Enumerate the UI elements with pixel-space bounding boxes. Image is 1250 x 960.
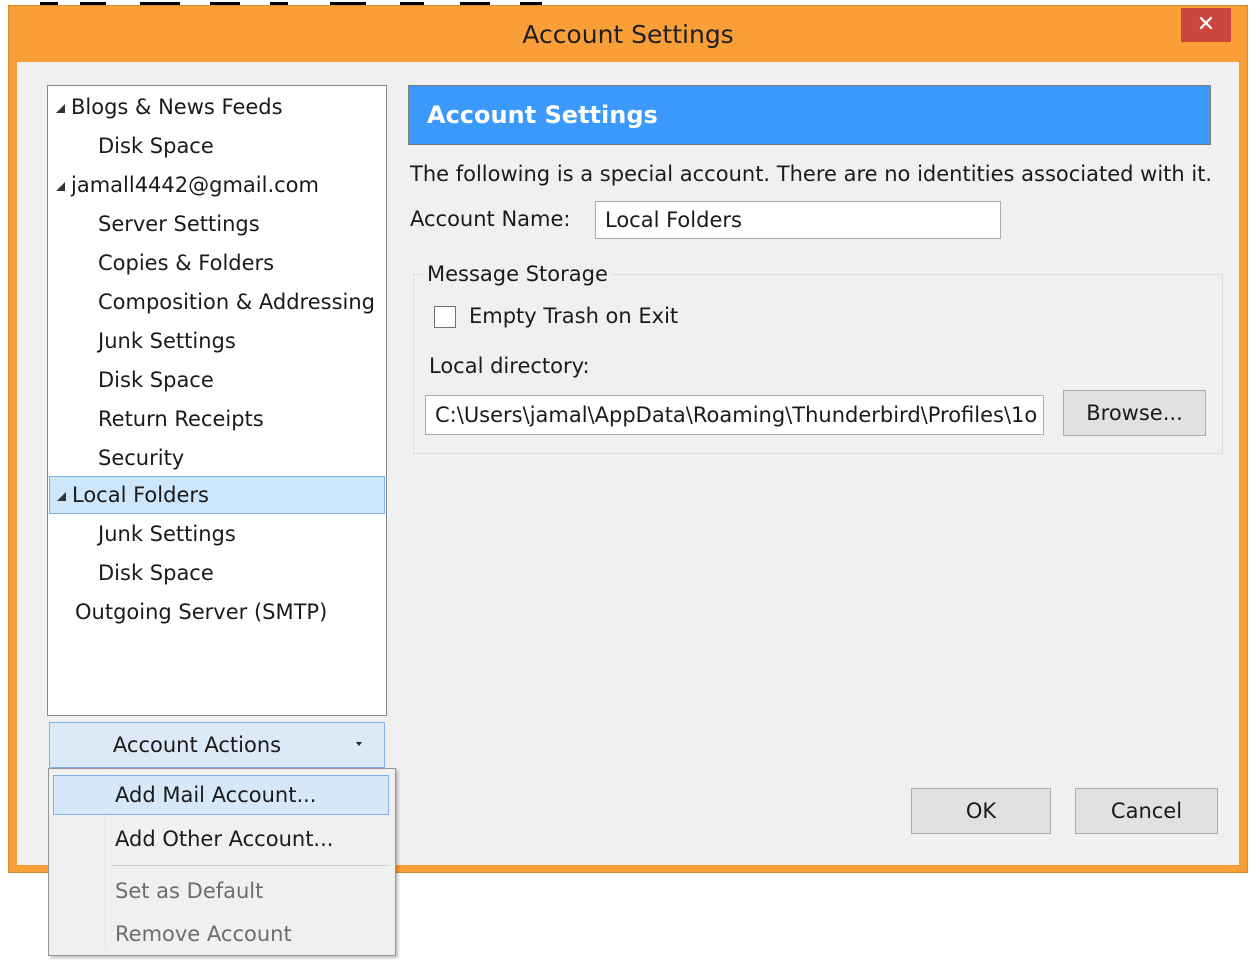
account-actions-menu: Add Mail Account... Add Other Account...… [48, 768, 396, 956]
message-storage-label: Message Storage [423, 262, 612, 286]
title-bar[interactable]: Account Settings ✕ [9, 6, 1247, 66]
panel-header-title: Account Settings [427, 101, 658, 129]
tree-item-junk-settings[interactable]: Junk Settings [98, 322, 236, 360]
tree-item-disk-space[interactable]: Disk Space [98, 361, 214, 399]
account-description: The following is a special account. Ther… [410, 162, 1213, 186]
empty-trash-label[interactable]: Empty Trash on Exit [469, 304, 678, 328]
account-actions-label: Account Actions [112, 733, 282, 757]
close-button[interactable]: ✕ [1181, 8, 1231, 42]
dialog-client-area: Blogs & News Feeds Disk Space jamall4442… [17, 62, 1239, 865]
tree-item-gmail-account[interactable]: jamall4442@gmail.com [56, 166, 319, 204]
menu-item-remove-account: Remove Account [115, 922, 292, 946]
close-icon: ✕ [1196, 12, 1216, 37]
local-directory-label: Local directory: [429, 354, 590, 378]
tree-item-server-settings[interactable]: Server Settings [98, 205, 260, 243]
expand-triangle-icon[interactable] [56, 104, 65, 113]
ok-button[interactable]: OK [911, 788, 1051, 834]
expand-triangle-icon[interactable] [57, 492, 66, 501]
empty-trash-checkbox[interactable] [434, 306, 456, 328]
tree-item-local-folders[interactable]: Local Folders [49, 476, 385, 514]
menu-separator [111, 865, 389, 866]
tree-item-blogs-news-feeds[interactable]: Blogs & News Feeds [56, 88, 283, 126]
account-settings-window: Account Settings ✕ Blogs & News Feeds Di… [8, 5, 1248, 873]
tree-item-copies-folders[interactable]: Copies & Folders [98, 244, 274, 282]
tree-item-security[interactable]: Security [98, 439, 184, 477]
menu-item-set-as-default: Set as Default [115, 879, 264, 903]
account-actions-button[interactable]: Account Actions [49, 722, 385, 768]
menu-item-add-other-account[interactable]: Add Other Account... [53, 819, 389, 859]
account-name-label: Account Name: [410, 207, 571, 231]
menu-item-add-mail-account[interactable]: Add Mail Account... [53, 775, 389, 815]
browse-button[interactable]: Browse... [1063, 390, 1206, 436]
cancel-button[interactable]: Cancel [1075, 788, 1218, 834]
expand-triangle-icon[interactable] [56, 182, 65, 191]
tree-item-composition-addressing[interactable]: Composition & Addressing [98, 283, 375, 321]
tree-item-disk-space[interactable]: Disk Space [98, 127, 214, 165]
account-tree[interactable]: Blogs & News Feeds Disk Space jamall4442… [47, 85, 387, 716]
window-title: Account Settings [522, 20, 734, 49]
tree-item-junk-settings[interactable]: Junk Settings [98, 515, 236, 553]
panel-header: Account Settings [408, 85, 1211, 145]
tree-item-return-receipts[interactable]: Return Receipts [98, 400, 264, 438]
tree-item-outgoing-server[interactable]: Outgoing Server (SMTP) [75, 593, 327, 631]
dropdown-arrow-icon [356, 742, 362, 746]
account-name-input[interactable]: Local Folders [595, 201, 1001, 239]
tree-item-disk-space[interactable]: Disk Space [98, 554, 214, 592]
local-directory-input[interactable]: C:\Users\jamal\AppData\Roaming\Thunderbi… [425, 395, 1044, 435]
